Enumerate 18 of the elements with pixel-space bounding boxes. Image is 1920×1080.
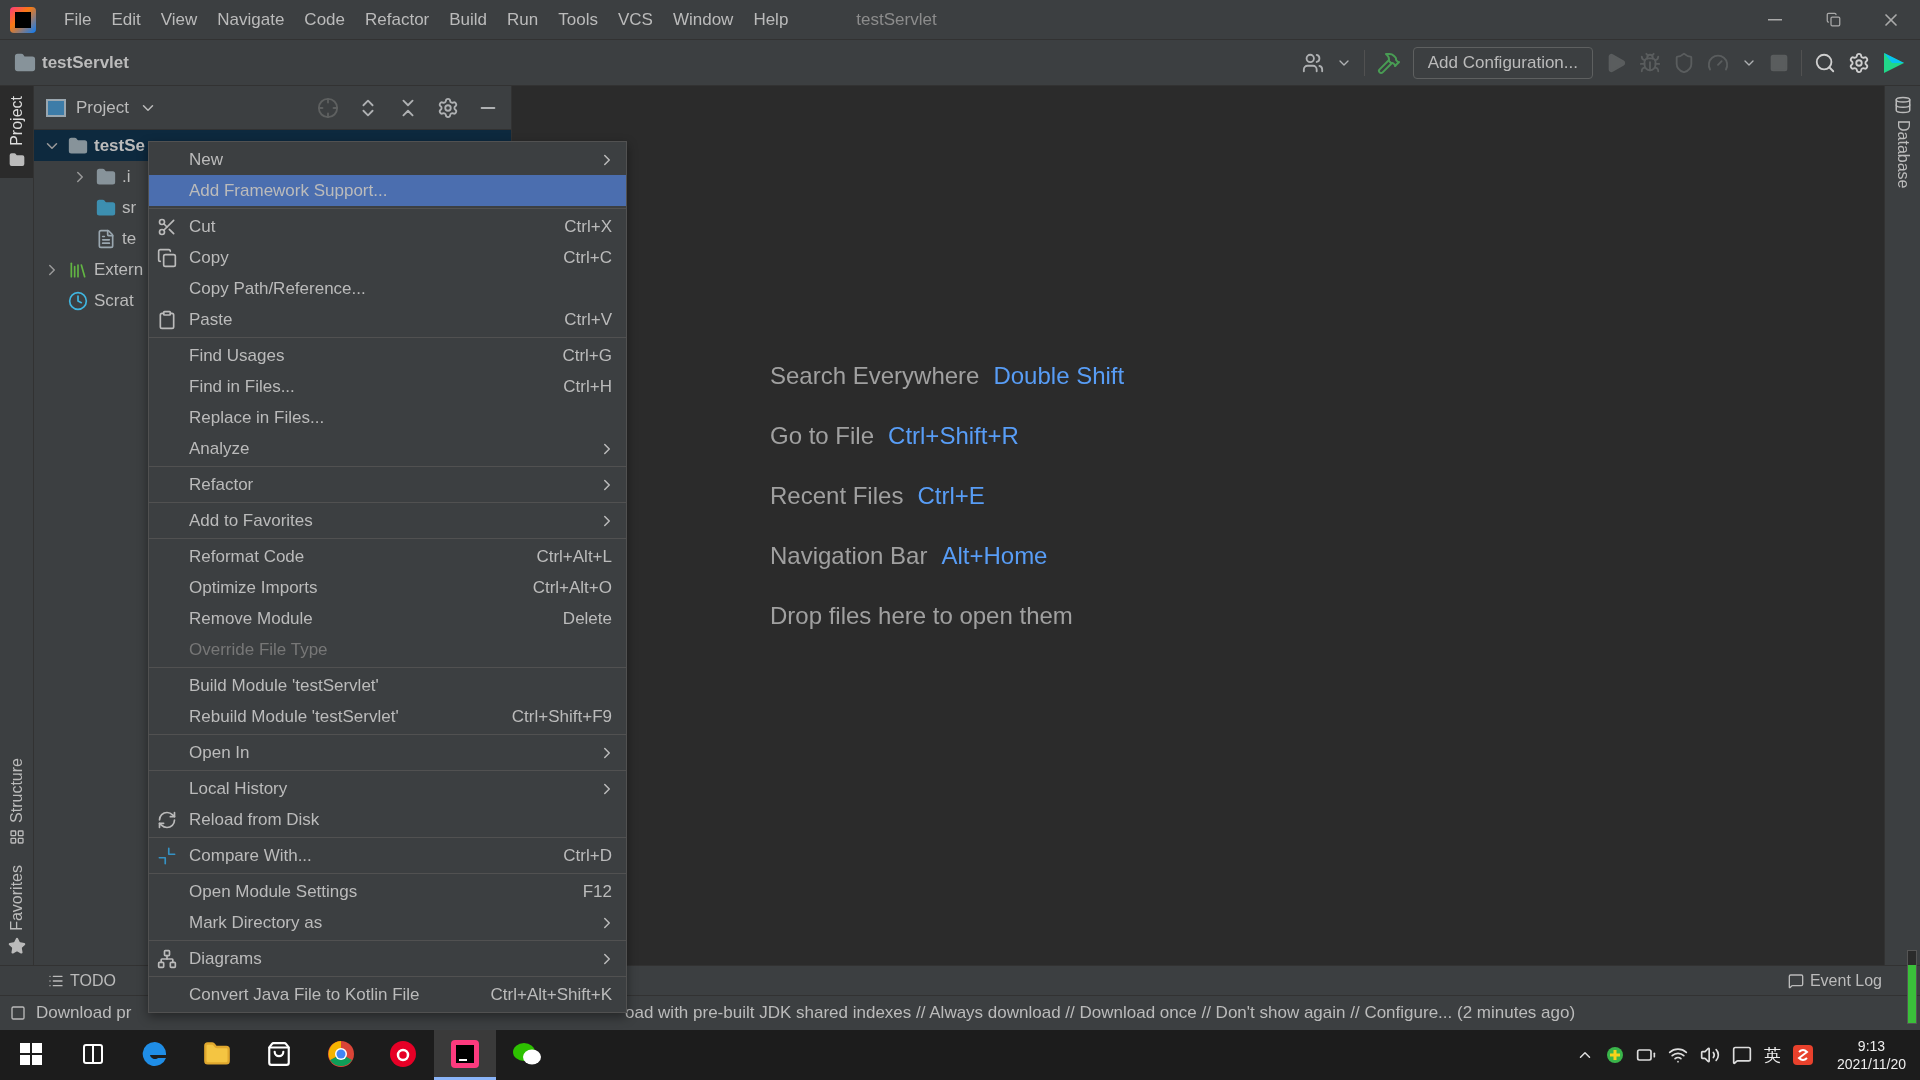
hint-text: Navigation Bar	[770, 541, 928, 570]
status-message: Download pr	[36, 1003, 133, 1023]
status-message: oad with pre-built JDK shared indexes // Always download // Download once // Don't show again // Configure... (2 minutes ago)	[625, 1003, 1576, 1023]
hint-text: Go to File	[770, 421, 875, 450]
tree-item-label: sr	[122, 197, 137, 218]
tree-item-label: .i	[122, 166, 131, 187]
tree-item-label: Extern	[94, 259, 144, 280]
hint-shortcut: Ctrl+Shift+R	[888, 421, 1019, 450]
hint-shortcut: Double Shift	[993, 361, 1125, 390]
tree-item-label: te	[122, 228, 137, 249]
hint-text: Drop files here to open them	[770, 601, 1073, 630]
hint-shortcut: Ctrl+E	[917, 481, 985, 510]
window-title: testServlet	[856, 9, 937, 30]
hint-text: Search Everywhere	[770, 361, 980, 390]
tree-item-label: testSe	[94, 135, 146, 156]
hint-shortcut: Alt+Home	[941, 541, 1048, 570]
tree-item-label: Scrat	[94, 290, 134, 311]
hint-text: Recent Files	[770, 481, 904, 510]
